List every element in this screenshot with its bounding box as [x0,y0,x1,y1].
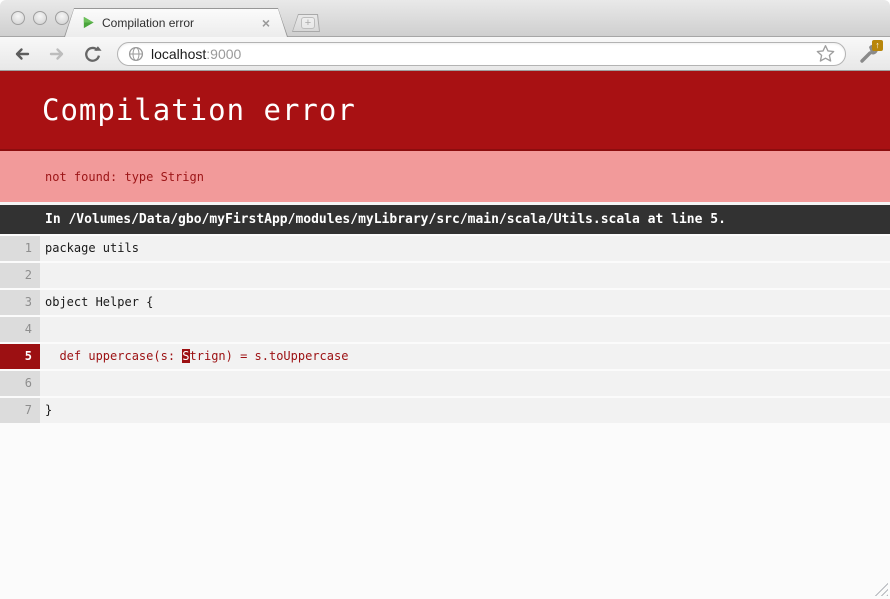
page-title: Compilation error [42,93,356,127]
update-badge-icon: ↑ [872,40,883,51]
line-number: 1 [0,236,40,261]
line-number: 7 [0,398,40,423]
tab-close-icon[interactable]: × [260,14,272,32]
error-header: Compilation error [0,71,890,151]
address-bar[interactable]: localhost:9000 [117,42,846,66]
code-text: def uppercase(s: Strign) = s.toUppercase [40,344,890,369]
back-arrow-icon [12,44,32,64]
line-number: 2 [0,263,40,288]
url-port: :9000 [206,46,241,62]
source-location-bar: In /Volumes/Data/gbo/myFirstApp/modules/… [0,205,890,234]
back-button[interactable] [8,42,36,66]
forward-arrow-icon [47,44,67,64]
plus-icon: + [301,17,315,29]
reload-icon [82,44,102,64]
browser-window: Compilation error × + [0,0,890,599]
code-text [40,263,890,288]
code-text: } [40,398,890,423]
code-listing: 1package utils23object Helper {45 def up… [0,234,890,423]
traffic-lights [11,11,69,25]
line-number: 6 [0,371,40,396]
code-line-3: 3object Helper { [0,290,890,315]
new-tab-button[interactable]: + [292,14,320,32]
play-favicon-icon [82,16,95,29]
code-text: package utils [40,236,890,261]
code-text: object Helper { [40,290,890,315]
url-text[interactable]: localhost:9000 [151,46,816,62]
window-close-button[interactable] [11,11,25,25]
line-number: 3 [0,290,40,315]
browser-toolbar: localhost:9000 ↑ [0,37,890,71]
code-line-6: 6 [0,371,890,396]
url-host: localhost [151,46,206,62]
tab-compilation-error[interactable]: Compilation error × [64,8,288,37]
resize-grip[interactable] [873,581,888,596]
window-minimize-button[interactable] [33,11,47,25]
forward-button[interactable] [43,42,71,66]
error-message-banner: not found: type Strign [0,151,890,202]
code-text [40,317,890,342]
code-line-2: 2 [0,263,890,288]
wrench-menu-button[interactable]: ↑ [856,42,882,66]
code-line-5: 5 def uppercase(s: Strign) = s.toUpperca… [0,344,890,369]
tab-title: Compilation error [102,16,260,30]
bookmark-star-icon[interactable] [816,44,835,63]
error-message: not found: type Strign [45,170,204,184]
error-page: Compilation error not found: type Strign… [0,71,890,598]
error-marker: S [182,349,189,363]
reload-button[interactable] [78,42,106,66]
code-text [40,371,890,396]
window-titlebar: Compilation error × + [0,0,890,37]
code-line-4: 4 [0,317,890,342]
line-number: 4 [0,317,40,342]
line-number: 5 [0,344,40,369]
globe-icon [128,46,144,62]
code-line-7: 7} [0,398,890,423]
source-location: In /Volumes/Data/gbo/myFirstApp/modules/… [45,212,726,227]
code-line-1: 1package utils [0,236,890,261]
